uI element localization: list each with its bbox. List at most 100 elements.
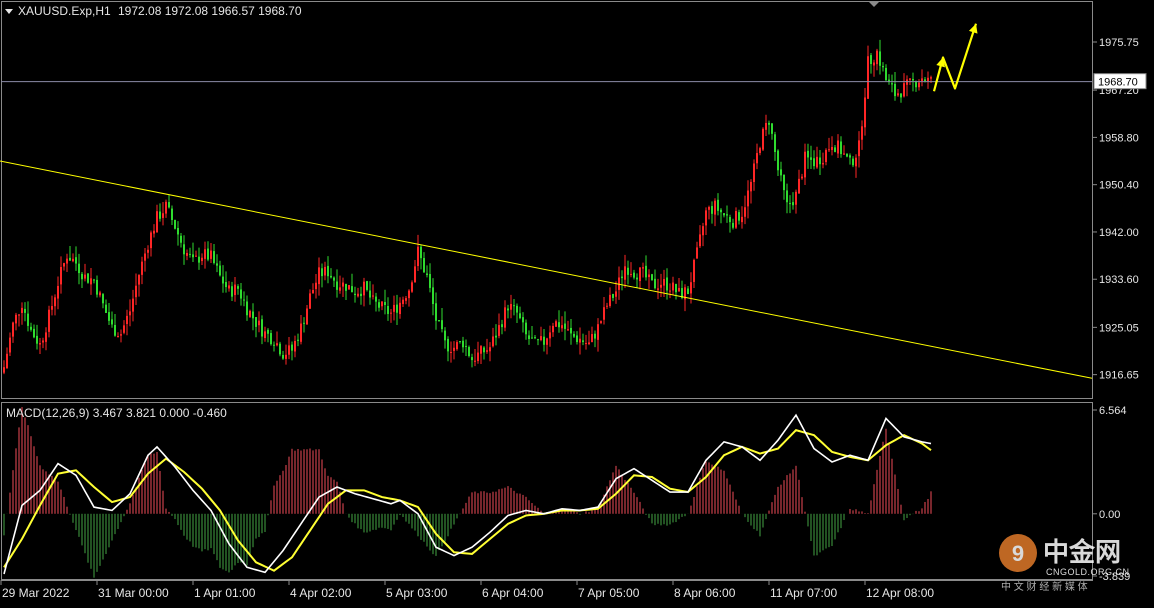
candle-body [456, 342, 458, 350]
candle-body [24, 308, 26, 313]
candle [348, 284, 350, 290]
macd-tick-label: 0.00 [1099, 509, 1120, 521]
candle-body [147, 249, 149, 253]
candle-body [492, 336, 494, 347]
candle-body [849, 155, 851, 158]
candle-body [57, 285, 59, 299]
candle [87, 273, 89, 284]
current-price-label: 1968.70 [1098, 77, 1138, 89]
candle-body [378, 302, 380, 308]
candle-body [816, 156, 818, 168]
candle-body [594, 333, 596, 339]
candle-body [882, 65, 884, 68]
candle-body [783, 174, 785, 191]
candle-body [570, 327, 572, 334]
time-tick-label: 29 Mar 2022 [2, 586, 70, 600]
candle-body [858, 140, 860, 157]
candle-body [825, 149, 827, 163]
candle-body [711, 206, 713, 214]
candle-body [252, 311, 254, 319]
candle-body [402, 299, 404, 304]
candle-body [282, 354, 284, 359]
candle-body [507, 308, 509, 311]
candle-body [54, 297, 56, 307]
candle-body [135, 285, 137, 298]
candle-body [438, 320, 440, 322]
candle-body [381, 301, 383, 307]
candle-body [75, 257, 77, 264]
candle-body [690, 282, 692, 294]
candle-body [921, 78, 923, 82]
candle-body [804, 151, 806, 178]
candle-body [183, 244, 185, 255]
candle-body [885, 67, 887, 81]
candle-body [30, 326, 32, 330]
candle-body [198, 256, 200, 263]
candle-body [705, 210, 707, 226]
candle-body [747, 190, 749, 207]
candle-body [606, 305, 608, 307]
candle [249, 309, 251, 319]
candle-body [228, 285, 230, 289]
candle-body [417, 246, 419, 267]
candle-body [141, 261, 143, 275]
candle-body [21, 307, 23, 313]
candle-body [6, 353, 8, 369]
candle-body [477, 352, 479, 362]
candle-body [243, 299, 245, 301]
candle-body [564, 323, 566, 329]
candle-body [408, 290, 410, 299]
candle-body [498, 325, 500, 336]
candle-body [468, 347, 470, 357]
candle-body [549, 332, 551, 339]
candle-body [159, 211, 161, 219]
candle-body [861, 126, 863, 140]
candle-body [720, 209, 722, 213]
candle-body [873, 62, 875, 66]
candle-body [255, 317, 257, 327]
candle-body [918, 82, 920, 88]
candle-body [102, 294, 104, 304]
candle-body [78, 263, 80, 274]
candle-body [222, 276, 224, 284]
watermark-url: CNGOLD.ORG.CN [1046, 567, 1130, 577]
candle-body [495, 335, 497, 338]
candle-body [51, 306, 53, 310]
watermark-brand: 中金网 [1043, 537, 1121, 567]
candle-body [642, 267, 644, 269]
candle-body [186, 252, 188, 256]
candle-body [18, 314, 20, 316]
candle-body [411, 282, 413, 292]
candle-body [123, 325, 125, 333]
candle-body [165, 201, 167, 214]
candle-body [630, 274, 632, 276]
time-tick-label: 8 Apr 06:00 [674, 586, 736, 600]
candle-body [519, 313, 521, 319]
candle-body [366, 281, 368, 290]
candle-body [162, 213, 164, 218]
candle-body [759, 148, 761, 154]
candle-body [789, 203, 791, 205]
time-tick-label: 6 Apr 04:00 [482, 586, 544, 600]
candle-body [45, 332, 47, 342]
candle-body [612, 294, 614, 298]
candle-body [300, 323, 302, 342]
candle-body [225, 282, 227, 288]
candle-body [93, 279, 95, 281]
candle-body [504, 307, 506, 328]
candle-body [336, 281, 338, 290]
candle-body [597, 324, 599, 340]
candle-body [48, 309, 50, 332]
candle-body [294, 340, 296, 352]
candle-body [576, 335, 578, 343]
candle-body [450, 351, 452, 353]
time-tick-label: 1 Apr 01:00 [194, 586, 256, 600]
candle-body [588, 342, 590, 345]
candle-body [237, 286, 239, 289]
candle-body [330, 275, 332, 278]
candle-body [105, 304, 107, 313]
candle-body [798, 178, 800, 194]
candle-body [432, 287, 434, 305]
price-chart[interactable]: 1975.751967.201958.801950.401942.001933.… [0, 0, 1154, 603]
candle-body [42, 340, 44, 343]
